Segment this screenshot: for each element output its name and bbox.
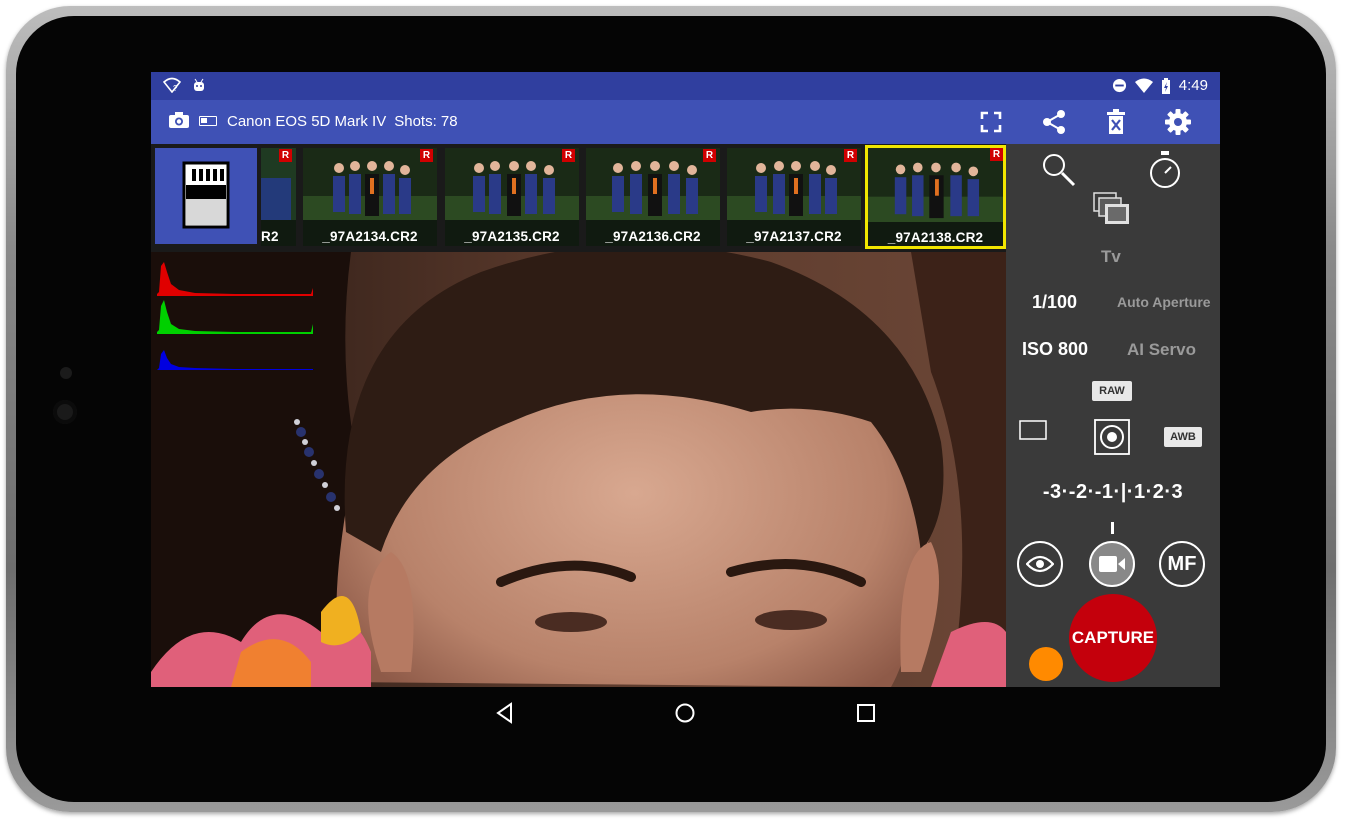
raw-badge: R bbox=[562, 149, 575, 162]
light-sensor bbox=[60, 367, 72, 379]
gear-icon bbox=[1165, 109, 1191, 135]
iso-setting[interactable]: ISO 800 bbox=[1022, 339, 1088, 360]
sd-card-icon bbox=[182, 161, 230, 229]
android-nav-bar bbox=[151, 690, 1220, 736]
mf-label: MF bbox=[1167, 552, 1197, 575]
group-photo-thumbnail bbox=[586, 148, 720, 220]
thumbnail-filename: R2 bbox=[261, 229, 279, 244]
aspect-ratio-icon[interactable] bbox=[1018, 419, 1048, 441]
status-left-icons: ? bbox=[162, 77, 207, 96]
image-quality-raw[interactable]: RAW bbox=[1092, 381, 1132, 401]
thumbnail-strip: R R2 R _97A2134.CR2 R _97A2135.CR2 R _97… bbox=[151, 144, 1006, 252]
zoom-icon[interactable] bbox=[1041, 152, 1077, 188]
screen: ? 4:49 Canon EOS 5D Mark IV Shots: 78 R … bbox=[151, 72, 1220, 687]
delete-button[interactable] bbox=[1102, 108, 1130, 136]
dnd-icon bbox=[1112, 78, 1126, 93]
video-camera-icon bbox=[1099, 556, 1125, 572]
group-photo-thumbnail bbox=[303, 148, 437, 220]
raw-badge: R bbox=[703, 149, 716, 162]
thumbnail-filename: _97A2137.CR2 bbox=[746, 229, 842, 244]
front-camera bbox=[53, 400, 77, 424]
raw-badge: R bbox=[844, 149, 857, 162]
timer-icon[interactable] bbox=[1147, 150, 1183, 190]
status-bar: ? 4:49 bbox=[151, 72, 1220, 100]
recents-icon[interactable] bbox=[856, 703, 876, 723]
shutter-speed[interactable]: 1/100 bbox=[1032, 292, 1077, 313]
wifi-question-icon: ? bbox=[162, 77, 182, 94]
delete-icon bbox=[1107, 109, 1125, 134]
thumbnail-filename: _97A2136.CR2 bbox=[605, 229, 701, 244]
status-right-icons: 4:49 bbox=[1112, 77, 1208, 94]
exposure-indicator bbox=[1111, 522, 1114, 534]
manual-focus-button[interactable]: MF bbox=[1159, 541, 1205, 587]
thumbnail-item[interactable]: R _97A2137.CR2 bbox=[727, 148, 861, 246]
back-icon[interactable] bbox=[495, 702, 515, 724]
capture-button[interactable]: CAPTURE bbox=[1069, 594, 1157, 682]
share-button[interactable] bbox=[1040, 108, 1068, 136]
sd-card-button[interactable] bbox=[155, 148, 257, 244]
raw-badge: R bbox=[990, 148, 1003, 161]
thumbnail-filename: _97A2134.CR2 bbox=[322, 229, 418, 244]
camera-control-panel: Tv 1/100 Auto Aperture ISO 800 AI Servo … bbox=[1006, 144, 1220, 687]
white-balance-awb[interactable]: AWB bbox=[1164, 427, 1202, 447]
eye-icon bbox=[1026, 555, 1054, 573]
group-photo-thumbnail bbox=[727, 148, 861, 220]
fullscreen-button[interactable] bbox=[977, 108, 1005, 136]
group-photo-thumbnail bbox=[445, 148, 579, 220]
metering-icon[interactable] bbox=[1093, 418, 1131, 456]
drive-mode-icon[interactable] bbox=[1093, 192, 1131, 228]
thumbnail-item[interactable]: R _97A2134.CR2 bbox=[303, 148, 437, 246]
camera-model: Canon EOS 5D Mark IV bbox=[227, 113, 387, 130]
exposure-compensation-scale[interactable]: -3·-2·-1·|·1·2·3 bbox=[1006, 481, 1220, 504]
thumbnail-item-selected[interactable]: R _97A2138.CR2 bbox=[865, 145, 1006, 249]
svg-text:?: ? bbox=[173, 84, 178, 93]
thumbnail-item[interactable]: R _97A2135.CR2 bbox=[445, 148, 579, 246]
group-photo-thumbnail bbox=[868, 148, 1003, 222]
thumbnail-item[interactable]: R R2 bbox=[261, 148, 296, 246]
camera-battery-icon bbox=[199, 116, 217, 126]
raw-badge: R bbox=[420, 149, 433, 162]
camera-icon bbox=[169, 112, 189, 128]
share-icon bbox=[1043, 110, 1065, 134]
video-button[interactable] bbox=[1089, 541, 1135, 587]
aperture-setting[interactable]: Auto Aperture bbox=[1117, 294, 1211, 310]
battery-charging-icon bbox=[1161, 77, 1170, 94]
settings-button[interactable] bbox=[1164, 108, 1192, 136]
camera-info: Canon EOS 5D Mark IV Shots: 78 bbox=[227, 113, 458, 130]
preview-button[interactable] bbox=[1017, 541, 1063, 587]
raw-badge: R bbox=[279, 149, 292, 162]
shots-count: Shots: 78 bbox=[394, 113, 458, 130]
status-indicator-dot bbox=[1029, 647, 1063, 681]
thumbnail-filename: _97A2138.CR2 bbox=[887, 230, 984, 245]
thumbnail-filename: _97A2135.CR2 bbox=[464, 229, 560, 244]
capture-label: CAPTURE bbox=[1071, 628, 1155, 647]
live-view[interactable] bbox=[151, 252, 1006, 687]
thumbnail-item[interactable]: R _97A2136.CR2 bbox=[586, 148, 720, 246]
shooting-mode[interactable]: Tv bbox=[1101, 247, 1121, 267]
rgb-histogram bbox=[157, 262, 313, 370]
fullscreen-icon bbox=[980, 111, 1002, 133]
home-icon[interactable] bbox=[674, 702, 696, 724]
af-mode[interactable]: AI Servo bbox=[1127, 340, 1196, 360]
app-bar: Canon EOS 5D Mark IV Shots: 78 bbox=[151, 100, 1220, 144]
android-debug-icon bbox=[193, 78, 204, 91]
status-time: 4:49 bbox=[1178, 77, 1208, 94]
wifi-signal-icon bbox=[1134, 78, 1153, 93]
